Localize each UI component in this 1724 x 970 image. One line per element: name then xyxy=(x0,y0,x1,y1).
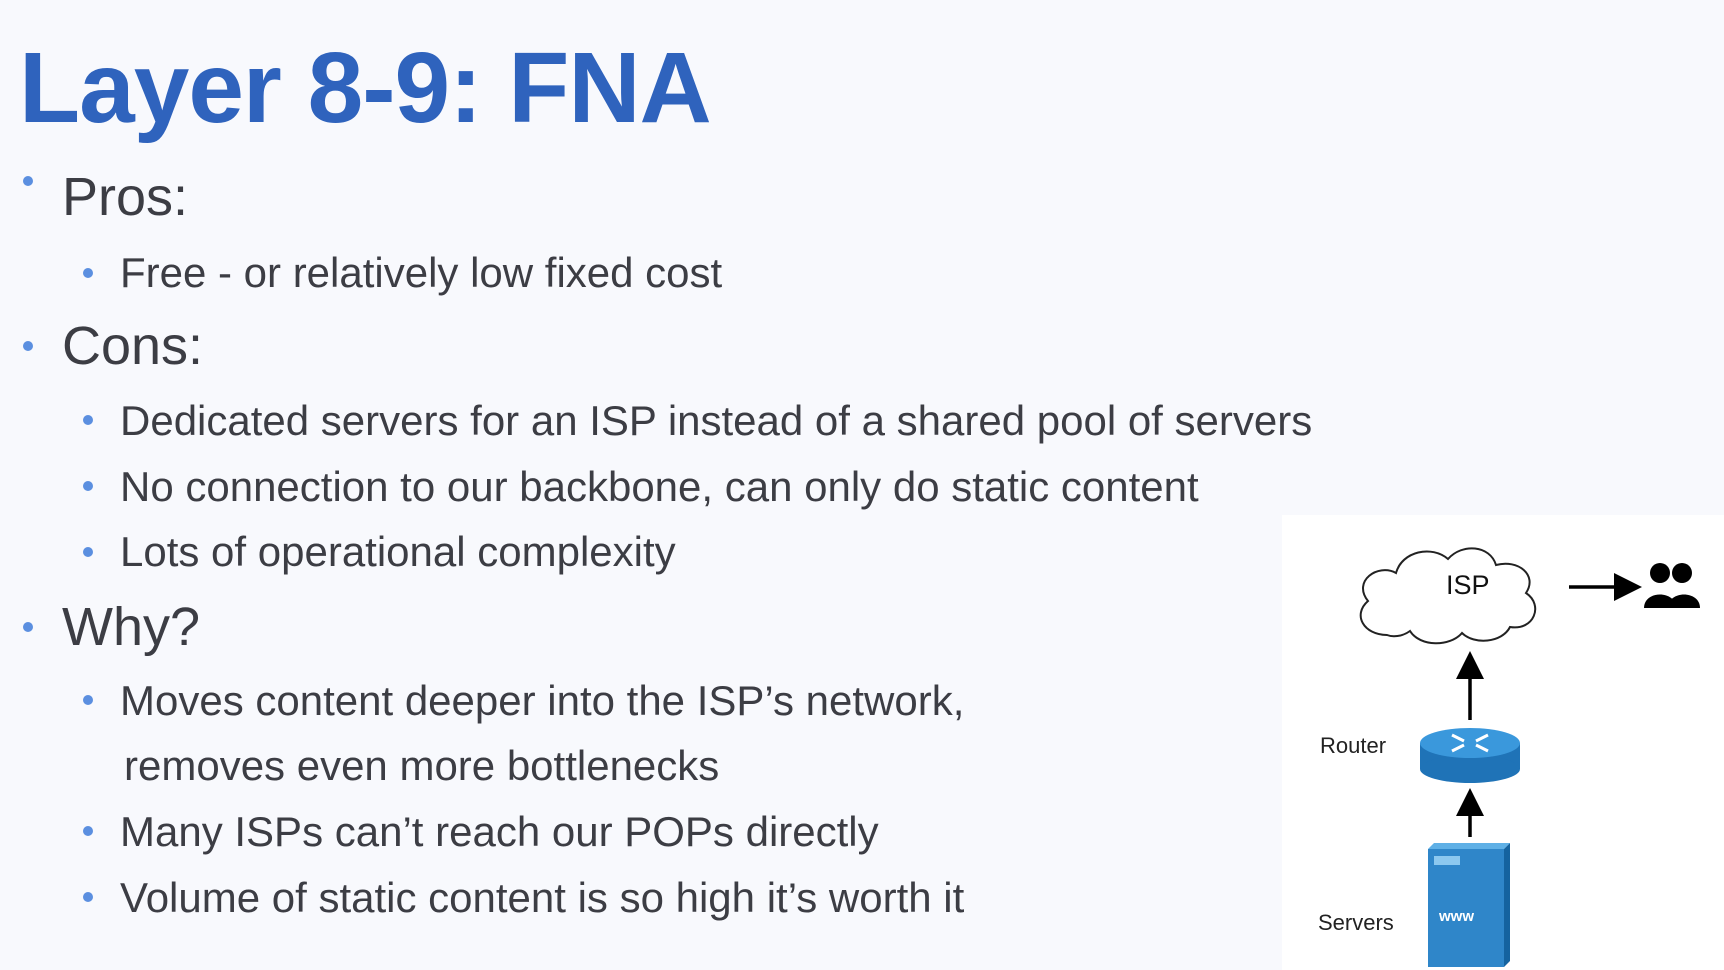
section-heading-why: Why? xyxy=(62,597,201,657)
section-heading-pros: Pros: xyxy=(62,167,189,227)
bullet-dot xyxy=(23,341,33,351)
servers-label: Servers xyxy=(1318,910,1394,935)
network-diagram: ISP Router Servers www xyxy=(1282,515,1724,970)
router-label: Router xyxy=(1320,733,1387,758)
bullet-dot xyxy=(83,547,93,557)
bullet-dot xyxy=(83,481,93,491)
cons-item: Dedicated servers for an ISP instead of … xyxy=(120,397,1313,444)
isp-label: ISP xyxy=(1446,570,1490,600)
why-item: Volume of static content is so high it’s… xyxy=(120,874,965,921)
server-icon xyxy=(1428,843,1510,967)
cons-item: No connection to our backbone, can only … xyxy=(120,463,1199,510)
router-icon xyxy=(1420,728,1520,783)
slide-title: Layer 8-9: FNA xyxy=(19,32,712,144)
cons-item: Lots of operational complexity xyxy=(120,528,676,575)
bullet-dot xyxy=(83,695,93,705)
why-item: Moves content deeper into the ISP’s netw… xyxy=(120,677,965,724)
section-heading-cons: Cons: xyxy=(62,316,204,376)
bullet-dot xyxy=(23,622,33,632)
bullet-dot xyxy=(83,415,93,425)
why-item: Many ISPs can’t reach our POPs directly xyxy=(120,808,879,855)
slide: Layer 8-9: FNA Pros: Free - or relativel… xyxy=(0,0,1724,970)
bullet-dot xyxy=(83,892,93,902)
bullet-dot xyxy=(83,826,93,836)
bullet-dot xyxy=(83,268,93,278)
bullet-dot xyxy=(23,176,33,186)
why-item-continuation: removes even more bottlenecks xyxy=(124,742,720,789)
www-badge: www xyxy=(1439,908,1475,925)
pros-item: Free - or relatively low fixed cost xyxy=(120,249,723,296)
users-icon xyxy=(1644,563,1700,608)
